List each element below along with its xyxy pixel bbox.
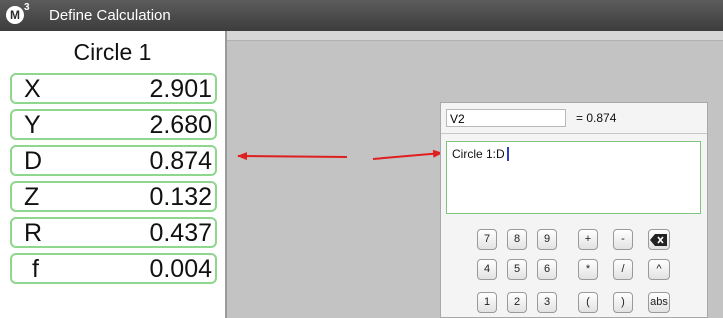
feature-row-r[interactable]: R 0.437	[10, 217, 217, 248]
row-value: 2.901	[149, 75, 212, 103]
row-label: Y	[24, 111, 41, 139]
feature-row-y[interactable]: Y 2.680	[10, 109, 217, 140]
backspace-icon	[650, 234, 667, 246]
key-power[interactable]: ^	[648, 259, 670, 280]
key-open-paren[interactable]: (	[578, 292, 598, 313]
key-abs[interactable]: abs	[648, 292, 670, 313]
calculation-result: = 0.874	[576, 111, 617, 125]
formula-text: Circle 1:D	[452, 147, 505, 161]
dialog-divider	[441, 133, 707, 134]
row-label: D	[24, 147, 43, 175]
key-divide[interactable]: /	[613, 259, 633, 280]
key-6[interactable]: 6	[537, 259, 557, 280]
row-value: 0.437	[149, 219, 212, 247]
key-4[interactable]: 4	[477, 259, 497, 280]
app-logo-letter: M	[6, 6, 24, 24]
key-2[interactable]: 2	[507, 292, 527, 313]
key-8[interactable]: 8	[507, 229, 527, 250]
key-close-paren[interactable]: )	[613, 292, 633, 313]
row-label: Z	[24, 183, 40, 211]
key-multiply[interactable]: *	[578, 259, 598, 280]
backspace-key[interactable]	[648, 229, 670, 250]
row-value: 0.004	[149, 255, 212, 283]
key-1[interactable]: 1	[477, 292, 497, 313]
row-label: f	[32, 255, 39, 283]
row-label: R	[24, 219, 43, 247]
key-7[interactable]: 7	[477, 229, 497, 250]
key-5[interactable]: 5	[507, 259, 527, 280]
key-3[interactable]: 3	[537, 292, 557, 313]
row-value: 0.132	[149, 183, 212, 211]
feature-title: Circle 1	[73, 39, 152, 65]
feature-row-z[interactable]: Z 0.132	[10, 181, 217, 212]
workspace-top-band	[227, 31, 723, 41]
window-title: Define Calculation	[49, 7, 171, 24]
title-bar: M 3 Define Calculation	[0, 0, 723, 31]
feature-row-x[interactable]: X 2.901	[10, 73, 217, 104]
row-label: X	[24, 75, 41, 103]
key-9[interactable]: 9	[537, 229, 557, 250]
row-value: 0.874	[149, 147, 212, 175]
variable-name-field[interactable]: V2	[446, 109, 566, 127]
feature-row-d[interactable]: D 0.874	[10, 145, 217, 176]
app-logo-superscript: 3	[24, 2, 30, 13]
key-plus[interactable]: +	[578, 229, 598, 250]
row-value: 2.680	[149, 111, 212, 139]
calculation-dialog: V2 = 0.874 Circle 1:D 7 8 9 + - 4 5 6 * …	[440, 102, 708, 318]
feature-panel: Circle 1 X 2.901 Y 2.680 D 0.874 Z 0.132…	[0, 31, 227, 318]
text-caret	[506, 147, 509, 161]
feature-row-f[interactable]: f 0.004	[10, 253, 217, 284]
key-minus[interactable]: -	[613, 229, 633, 250]
formula-input[interactable]: Circle 1:D	[446, 141, 701, 214]
formula-text-wrap: Circle 1:D	[452, 147, 509, 161]
app-logo-icon: M 3	[6, 2, 30, 25]
